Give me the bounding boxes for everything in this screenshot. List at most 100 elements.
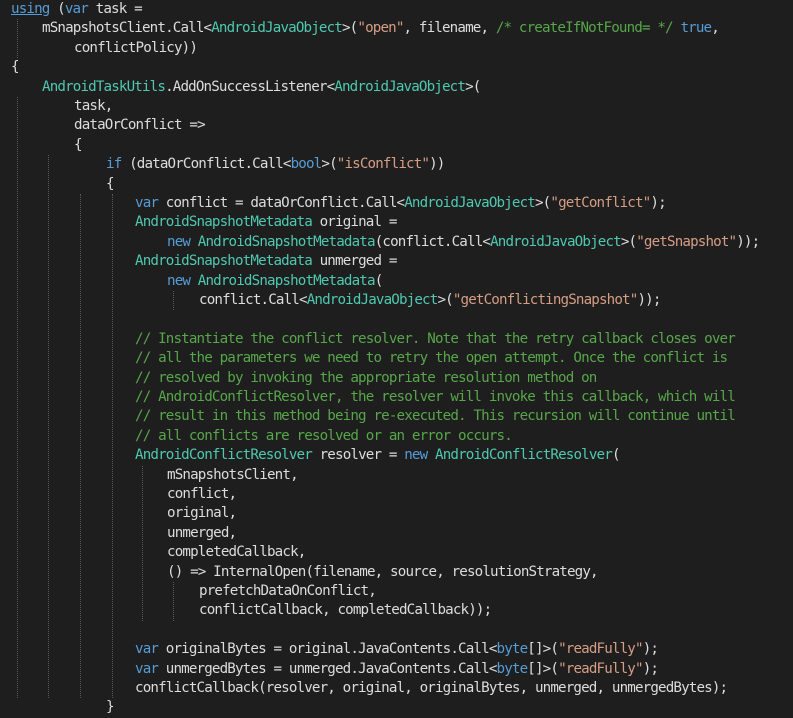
code-token: byte [496, 641, 529, 658]
code-line[interactable]: AndroidSnapshotMetadata unmerged = [135, 252, 397, 271]
code-token: originalBytes = original.JavaContents.Ca… [158, 641, 498, 658]
code-line[interactable]: new AndroidSnapshotMetadata( [167, 272, 383, 291]
code-token: AndroidJavaObject [334, 78, 466, 95]
code-line[interactable]: task, [74, 97, 113, 116]
code-token: )); [637, 292, 661, 308]
code-line[interactable]: // all the parameters we need to retry t… [135, 349, 728, 368]
code-line[interactable]: conflict, [167, 485, 237, 504]
code-line[interactable]: conflictCallback(resolver, original, ori… [135, 679, 728, 698]
code-line[interactable]: AndroidConflictResolver resolver = new A… [135, 446, 620, 465]
indent-guide [48, 155, 49, 699]
code-line[interactable]: () => InternalOpen(filename, source, res… [167, 563, 599, 582]
code-line[interactable]: AndroidSnapshotMetadata original = [135, 213, 397, 232]
code-line[interactable]: var unmergedBytes = unmerged.JavaContent… [135, 660, 659, 679]
code-token: var [64, 1, 89, 17]
code-token: "getSnapshot" [636, 233, 737, 250]
code-token: task, [74, 98, 113, 114]
code-token: { [11, 59, 20, 76]
code-line[interactable]: { [74, 136, 83, 155]
code-token: AndroidConflictResolver [435, 447, 613, 464]
code-line[interactable]: completedCallback, [167, 543, 306, 562]
code-token: conflictCallback(resolver, original, ori… [135, 680, 728, 696]
code-editor[interactable]: using (var task = mSnapshotsClient.Call<A… [0, 0, 793, 717]
indent-guide [17, 19, 18, 59]
code-token: (dataOrConflict.Call< [121, 156, 291, 173]
code-token: // all conflicts are resolved or an erro… [135, 427, 513, 444]
indent-guide [173, 291, 174, 311]
code-token: >( [620, 233, 637, 250]
code-token: AndroidSnapshotMetadata [135, 253, 313, 270]
code-token: // resolved by invoking the appropriate … [135, 369, 597, 386]
code-token: /* createIfNotFound= */ [495, 20, 674, 37]
code-token: >( [321, 156, 337, 173]
code-token: mSnapshotsClient, [167, 466, 299, 483]
code-line[interactable]: // result in this method being re-execut… [135, 407, 736, 426]
code-token: []>( [527, 641, 559, 658]
code-token: completedCallback, [167, 544, 306, 561]
code-line[interactable]: { [106, 175, 115, 194]
code-token: ); [642, 641, 659, 658]
code-line[interactable]: { [11, 58, 20, 77]
code-token: conflictCallback, completedCallback)); [199, 602, 492, 619]
code-token: "open" [357, 20, 404, 37]
code-line[interactable]: AndroidTaskUtils.AddOnSuccessListener<An… [42, 78, 481, 97]
code-token: dataOrConflict => [74, 117, 206, 134]
code-token: mSnapshotsClient.Call< [42, 20, 212, 37]
code-line[interactable]: // AndroidConflictResolver, the resolver… [135, 388, 736, 407]
code-token: )); [736, 233, 760, 250]
code-token: "getConflictingSnapshot" [452, 292, 638, 308]
code-token: ( [611, 447, 621, 464]
code-token: "readFully" [558, 660, 643, 677]
code-line[interactable]: mSnapshotsClient.Call<AndroidJavaObject>… [42, 19, 720, 38]
code-line[interactable]: conflict.Call<AndroidJavaObject>("getCon… [199, 291, 661, 310]
code-line[interactable]: conflictCallback, completedCallback)); [199, 601, 492, 620]
code-line[interactable]: if (dataOrConflict.Call<bool>("isConflic… [106, 155, 445, 174]
code-token: // result in this method being re-execut… [135, 408, 736, 425]
code-token: AndroidJavaObject [306, 292, 439, 308]
code-token: AndroidConflictResolver [135, 447, 313, 464]
code-token: )) [429, 156, 445, 173]
code-token: var [135, 641, 159, 658]
code-token: ); [642, 660, 659, 677]
code-token: var [135, 195, 159, 211]
code-line[interactable]: using (var task = [11, 0, 143, 19]
code-token: original = [311, 214, 398, 231]
code-token: >( [534, 195, 551, 211]
code-token: task = [87, 1, 143, 17]
code-token: AndroidSnapshotMetadata [197, 272, 376, 289]
code-token: unmerged = [311, 253, 398, 270]
code-line[interactable]: prefetchDataOnConflict, [199, 582, 377, 601]
code-token: (conflict.Call< [374, 233, 491, 250]
code-line[interactable]: // resolved by invoking the appropriate … [135, 369, 597, 388]
code-line[interactable]: unmerged, [167, 524, 237, 543]
code-token: AndroidJavaObject [211, 20, 343, 37]
code-line[interactable]: original, [167, 504, 237, 523]
code-line[interactable]: conflictPolicy)) [74, 39, 198, 58]
code-token: unmerged, [167, 524, 237, 541]
indent-guide [112, 194, 113, 699]
code-token: new [404, 447, 428, 464]
code-token: // Instantiate the conflict resolver. No… [135, 330, 736, 347]
code-line[interactable]: // Instantiate the conflict resolver. No… [135, 330, 736, 349]
indent-guide [80, 194, 81, 699]
code-token: true [680, 20, 712, 37]
code-line[interactable]: var conflict = dataOrConflict.Call<Andro… [135, 194, 667, 213]
code-line[interactable]: mSnapshotsClient, [167, 466, 299, 485]
code-line[interactable]: // all conflicts are resolved or an erro… [135, 427, 513, 446]
indent-guide [173, 582, 174, 621]
code-token: // AndroidConflictResolver, the resolver… [135, 389, 736, 405]
code-line[interactable]: } [106, 698, 115, 717]
code-line[interactable]: dataOrConflict => [74, 116, 206, 135]
code-token: ); [650, 195, 666, 211]
code-token: { [106, 175, 115, 192]
code-token: "getConflict" [550, 195, 651, 211]
code-token: .AddOnSuccessListener< [165, 78, 335, 95]
indent-guide [17, 97, 18, 699]
code-line[interactable]: new AndroidSnapshotMetadata(conflict.Cal… [167, 233, 760, 252]
code-line[interactable]: var originalBytes = original.JavaContent… [135, 640, 659, 659]
code-token: AndroidSnapshotMetadata [197, 233, 376, 250]
code-token: , [711, 20, 720, 37]
code-token: if [106, 156, 122, 173]
